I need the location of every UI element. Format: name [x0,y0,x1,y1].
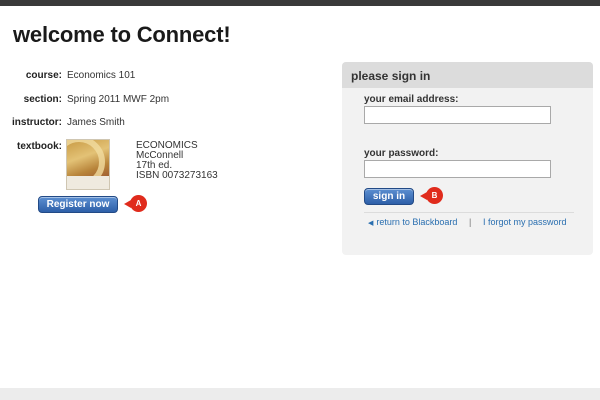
email-label: your email address: [364,94,459,105]
return-link-label: return to Blackboard [376,217,458,227]
textbook-label: textbook: [17,141,62,152]
section-value: Spring 2011 MWF 2pm [67,94,170,105]
course-value: Economics 101 [67,70,136,81]
password-label: your password: [364,148,439,159]
panel-divider [364,212,574,213]
return-to-blackboard-link[interactable]: ◀ return to Blackboard [368,217,457,227]
cover-title-band [67,176,109,189]
instructor-label: instructor: [12,117,62,128]
forgot-password-link[interactable]: I forgot my password [483,217,567,227]
instructor-value: James Smith [67,117,125,128]
register-now-button[interactable]: Register now [38,196,118,213]
link-separator: | [469,217,472,227]
password-input[interactable] [364,160,551,178]
sign-in-button[interactable]: sign in [364,188,414,205]
left-triangle-icon: ◀ [368,220,374,227]
signin-panel: please sign in your email address: your … [342,62,593,255]
signin-header: please sign in [342,62,593,88]
email-input[interactable] [364,106,551,124]
footer-bar [0,388,600,400]
callout-b-badge: B [420,187,443,204]
textbook-cover-image [66,139,110,190]
top-bar [0,0,600,6]
signin-title: please sign in [351,69,431,83]
callout-a-badge: A [124,195,147,212]
section-label: section: [23,94,62,105]
page-title: welcome to Connect! [13,22,231,47]
course-label: course: [25,70,62,81]
textbook-isbn: ISBN 0073273163 [136,170,218,181]
